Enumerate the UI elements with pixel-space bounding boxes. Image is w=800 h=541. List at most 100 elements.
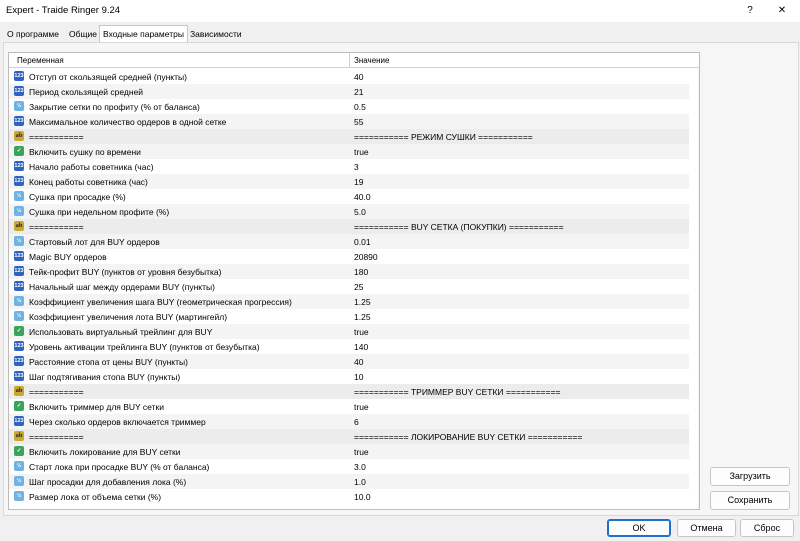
integer-type-icon: 123 — [14, 356, 24, 366]
section-separator-row[interactable]: ab =========== =========== ЛОКИРОВАНИЕ BUY… — [9, 429, 689, 444]
parameter-value[interactable]: 25 — [354, 282, 363, 292]
parameter-name: Уровень активации трейлинга BUY (пунктов… — [29, 342, 260, 352]
parameter-name: Magic BUY ордеров — [29, 252, 107, 262]
parameter-value[interactable]: 3 — [354, 162, 359, 172]
double-type-icon: ½ — [14, 491, 24, 501]
parameter-row[interactable]: 123 Максимальное количество ордеров в одн… — [9, 114, 689, 129]
parameter-row[interactable]: 123 Конец работы советника (час) 19 — [9, 174, 689, 189]
column-header-variable[interactable]: Переменная — [17, 56, 64, 65]
scroll-down-icon[interactable]: ▼ — [698, 498, 699, 507]
section-separator-row[interactable]: ab =========== =========== РЕЖИМ СУШКИ ===… — [9, 129, 689, 144]
parameter-value[interactable]: =========== ЛОКИРОВАНИЕ BUY СЕТКИ ======… — [354, 432, 582, 442]
parameter-value[interactable]: 40 — [354, 72, 363, 82]
parameter-value[interactable]: 140 — [354, 342, 368, 352]
parameter-value[interactable]: 10.0 — [354, 492, 371, 502]
parameter-row[interactable]: ✓ Включить триммер для BUY сетки true — [9, 399, 689, 414]
parameter-name: Тейк-профит BUY (пунктов от уровня безуб… — [29, 267, 222, 277]
close-button[interactable]: ✕ — [774, 3, 790, 19]
parameter-row[interactable]: 123 Начальный шаг между ордерами BUY (пун… — [9, 279, 689, 294]
parameter-value[interactable]: 6 — [354, 417, 359, 427]
double-type-icon: ½ — [14, 461, 24, 471]
parameter-value[interactable]: =========== BUY СЕТКА (ПОКУПКИ) ========… — [354, 222, 564, 232]
column-header-value[interactable]: Значение — [354, 56, 389, 65]
parameter-value[interactable]: 0.5 — [354, 102, 366, 112]
parameter-value[interactable]: 5.0 — [354, 207, 366, 217]
parameter-row[interactable]: 123 Начало работы советника (час) 3 — [9, 159, 689, 174]
scroll-up-icon[interactable]: ▲ — [698, 70, 699, 79]
parameter-row[interactable]: 123 Отступ от скользящей средней (пункты)… — [9, 69, 689, 84]
parameter-name: Включить триммер для BUY сетки — [29, 402, 164, 412]
load-button[interactable]: Загрузить — [710, 467, 790, 486]
parameter-row[interactable]: 123 Период скользящей средней 21 — [9, 84, 689, 99]
parameter-value[interactable]: 1.25 — [354, 297, 371, 307]
parameter-row[interactable]: 123 Через сколько ордеров включается трим… — [9, 414, 689, 429]
ok-button[interactable]: OK — [607, 519, 671, 537]
parameter-value[interactable]: true — [354, 447, 369, 457]
parameter-row[interactable]: ½ Сушка при просадке (%) 40.0 — [9, 189, 689, 204]
parameter-row[interactable]: ½ Шаг просадки для добавления лока (%) 1.0 — [9, 474, 689, 489]
parameter-value[interactable]: 19 — [354, 177, 363, 187]
parameter-row[interactable]: ½ Сушка при недельном профите (%) 5.0 — [9, 204, 689, 219]
integer-type-icon: 123 — [14, 116, 24, 126]
parameter-row[interactable]: ½ Размер лока от объема сетки (%) 10.0 — [9, 489, 689, 504]
boolean-type-icon: ✓ — [14, 146, 24, 156]
double-type-icon: ½ — [14, 191, 24, 201]
parameter-row[interactable]: ½ Стартовый лот для BUY ордеров 0.01 — [9, 234, 689, 249]
parameter-value[interactable]: true — [354, 402, 369, 412]
parameter-row[interactable]: ½ Закрытие сетки по профиту (% от баланса… — [9, 99, 689, 114]
tab-strip: О программе Общие Входные параметры Зави… — [0, 25, 800, 43]
section-separator-row[interactable]: ab =========== =========== ТРИММЕР BUY СЕТ… — [9, 384, 689, 399]
parameter-value[interactable]: 40 — [354, 357, 363, 367]
parameter-name: Через сколько ордеров включается триммер — [29, 417, 206, 427]
parameter-value[interactable]: 10 — [354, 372, 363, 382]
parameter-row[interactable]: ✓ Включить сушку по времени true — [9, 144, 689, 159]
parameter-name: Шаг подтягивания стопа BUY (пункты) — [29, 372, 181, 382]
parameter-name: Максимальное количество ордеров в одной … — [29, 117, 227, 127]
tab-general[interactable]: Общие — [66, 27, 100, 41]
parameter-name: Включить локирование для BUY сетки — [29, 447, 181, 457]
parameter-value[interactable]: 40.0 — [354, 192, 371, 202]
grid-rows: 123 Отступ от скользящей средней (пункты)… — [9, 69, 689, 504]
integer-type-icon: 123 — [14, 416, 24, 426]
reset-button[interactable]: Сброс — [740, 519, 794, 537]
parameter-row[interactable]: 123 Уровень активации трейлинга BUY (пунк… — [9, 339, 689, 354]
boolean-type-icon: ✓ — [14, 401, 24, 411]
parameter-row[interactable]: 123 Magic BUY ордеров 20890 — [9, 249, 689, 264]
section-separator-row[interactable]: ab =========== =========== BUY СЕТКА (ПОКУ… — [9, 219, 689, 234]
parameter-value[interactable]: 55 — [354, 117, 363, 127]
parameter-row[interactable]: ½ Старт лока при просадке BUY (% от балан… — [9, 459, 689, 474]
help-button[interactable]: ? — [742, 3, 758, 19]
integer-type-icon: 123 — [14, 71, 24, 81]
parameter-name: Коэффициент увеличения шага BUY (геометр… — [29, 297, 292, 307]
parameter-value[interactable]: 0.01 — [354, 237, 371, 247]
parameter-name: Расстояние стопа от цены BUY (пункты) — [29, 357, 188, 367]
vertical-scrollbar[interactable]: ▲ ▼ — [698, 68, 699, 508]
parameter-value[interactable]: 1.0 — [354, 477, 366, 487]
parameter-value[interactable]: 3.0 — [354, 462, 366, 472]
parameter-value[interactable]: 20890 — [354, 252, 378, 262]
parameter-value[interactable]: 180 — [354, 267, 368, 277]
parameter-name: =========== — [29, 387, 84, 397]
parameter-row[interactable]: ✓ Включить локирование для BUY сетки true — [9, 444, 689, 459]
parameter-row[interactable]: 123 Расстояние стопа от цены BUY (пункты)… — [9, 354, 689, 369]
parameter-value[interactable]: 21 — [354, 87, 363, 97]
parameter-row[interactable]: 123 Тейк-профит BUY (пунктов от уровня бе… — [9, 264, 689, 279]
integer-type-icon: 123 — [14, 266, 24, 276]
parameter-row[interactable]: 123 Шаг подтягивания стопа BUY (пункты) 10 — [9, 369, 689, 384]
parameter-row[interactable]: ½ Коэффициент увеличения шага BUY (геомет… — [9, 294, 689, 309]
column-divider[interactable] — [349, 53, 350, 67]
tab-about[interactable]: О программе — [4, 27, 62, 41]
tab-input-parameters[interactable]: Входные параметры — [99, 25, 188, 43]
parameter-value[interactable]: =========== ТРИММЕР BUY СЕТКИ ==========… — [354, 387, 561, 397]
cancel-button[interactable]: Отмена — [677, 519, 736, 537]
integer-type-icon: 123 — [14, 176, 24, 186]
parameter-row[interactable]: ½ Коэффициент увеличения лота BUY (мартин… — [9, 309, 689, 324]
parameter-value[interactable]: true — [354, 147, 369, 157]
parameter-value[interactable]: =========== РЕЖИМ СУШКИ =========== — [354, 132, 533, 142]
parameter-row[interactable]: ✓ Использовать виртуальный трейлинг для B… — [9, 324, 689, 339]
save-button[interactable]: Сохранить — [710, 491, 790, 510]
parameter-value[interactable]: true — [354, 327, 369, 337]
parameter-value[interactable]: 1.25 — [354, 312, 371, 322]
tab-dependencies[interactable]: Зависимости — [187, 27, 245, 41]
parameter-name: Начало работы советника (час) — [29, 162, 154, 172]
